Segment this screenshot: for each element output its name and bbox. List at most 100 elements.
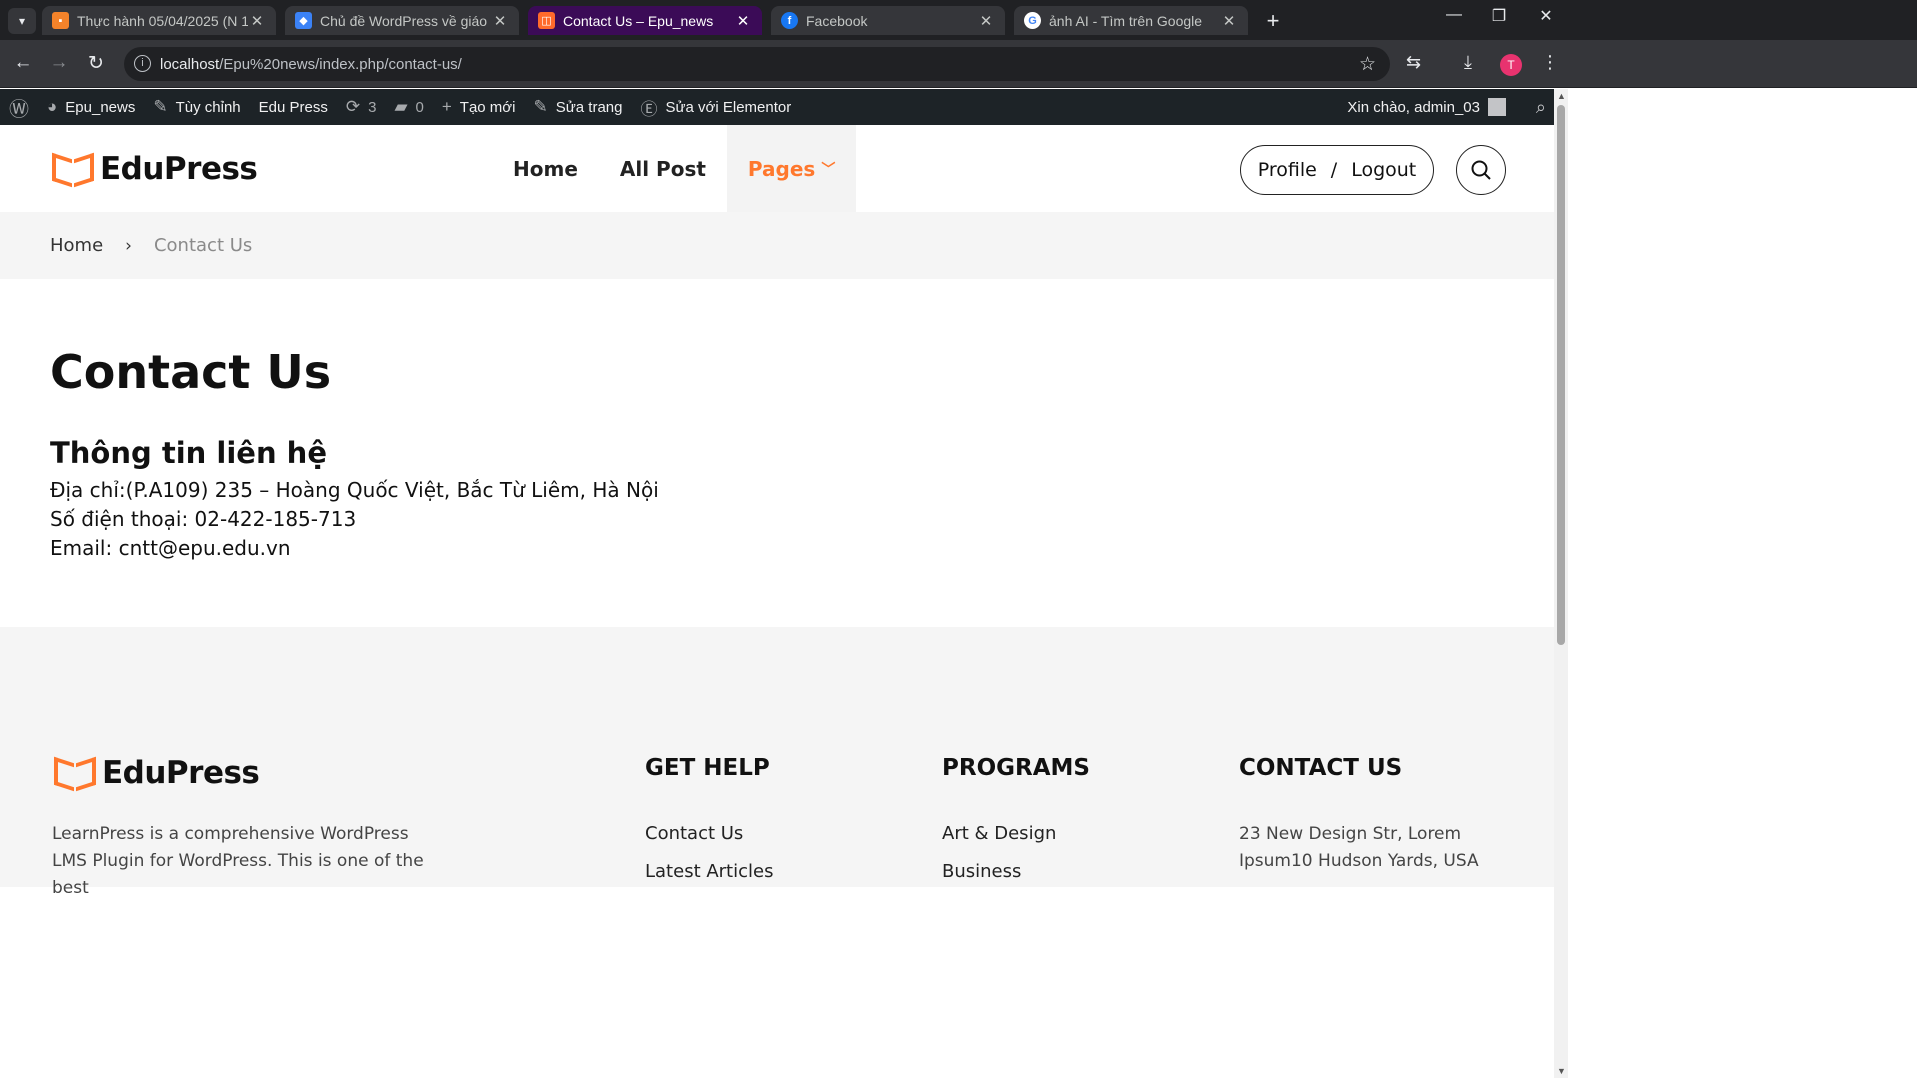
browser-tab-active[interactable]: ◫ Contact Us – Epu_news ✕ — [528, 6, 762, 35]
wordpress-logo-icon: Ⓦ — [9, 98, 29, 121]
nav-home[interactable]: Home — [492, 125, 599, 212]
restore-window-button[interactable]: ❐ — [1479, 6, 1519, 26]
url-path: /Epu%20news/index.php/contact-us/ — [219, 55, 462, 73]
admin-search-icon[interactable]: ⌕ — [1536, 97, 1546, 118]
theme-menu[interactable]: Edu Press — [250, 89, 337, 125]
page-scrollbar[interactable]: ▲ ▼ — [1554, 89, 1568, 1078]
tab-search-button[interactable]: ▾ — [8, 8, 36, 34]
edit-page-menu[interactable]: ✎ Sửa trang — [524, 89, 631, 125]
footer-link-art-design[interactable]: Art & Design — [942, 823, 1056, 844]
footer-address: 23 New Design Str, Lorem Ipsum10 Hudson … — [1239, 824, 1479, 871]
breadcrumb-home[interactable]: Home — [50, 235, 103, 256]
account-pill: Profile / Logout — [1240, 145, 1434, 195]
search-icon — [1471, 160, 1491, 180]
address-bar[interactable]: i localhost/Epu%20news/index.php/contact… — [124, 47, 1390, 81]
theme-label: Edu Press — [258, 98, 328, 116]
minimize-window-button[interactable]: — — [1434, 6, 1474, 24]
footer-link-business[interactable]: Business — [942, 861, 1021, 882]
scroll-down-icon[interactable]: ▼ — [1557, 1066, 1566, 1076]
search-button[interactable] — [1456, 145, 1506, 195]
comments-count: 0 — [415, 98, 424, 116]
dashboard-icon: ◕ — [47, 97, 58, 116]
contact-us-title: CONTACT US — [1239, 755, 1403, 781]
close-tab-icon[interactable]: ✕ — [248, 12, 266, 30]
site-footer: EduPress LearnPress is a comprehensive W… — [0, 627, 1554, 898]
close-tab-icon[interactable]: ✕ — [977, 12, 995, 30]
back-arrow-icon[interactable]: ← — [10, 52, 36, 74]
customize-label: Tùy chỉnh — [175, 98, 241, 116]
scrollbar-thumb[interactable] — [1557, 105, 1565, 645]
scroll-up-icon[interactable]: ▲ — [1557, 91, 1566, 101]
brush-icon: ✎ — [153, 97, 168, 116]
site-name-menu[interactable]: ◕ Epu_news — [38, 89, 144, 125]
facebook-favicon-icon: f — [781, 12, 798, 29]
logout-link[interactable]: Logout — [1351, 159, 1416, 181]
new-label: Tạo mới — [459, 98, 516, 116]
breadcrumb: Home › Contact Us — [0, 212, 1554, 279]
nav-all-post[interactable]: All Post — [599, 125, 727, 212]
page-title: Contact Us — [50, 345, 332, 399]
pencil-icon: ✎ — [533, 97, 548, 116]
chevron-right-icon: › — [125, 235, 132, 256]
elementor-menu[interactable]: Ⓔ Sửa với Elementor — [631, 89, 800, 125]
chevron-down-icon: ﹀ — [821, 161, 836, 178]
web-page: EduPress Home All Post Pages ﹀ Profile / … — [0, 125, 1554, 1078]
separator: / — [1330, 159, 1338, 181]
edit-page-label: Sửa trang — [555, 98, 623, 116]
chevron-down-icon: ▾ — [18, 14, 26, 28]
tab-title: Chủ đề WordPress về giáo dục — [320, 12, 491, 29]
comment-icon: ▰ — [394, 97, 408, 116]
forward-arrow-icon[interactable]: → — [46, 52, 72, 74]
footer-link-contact[interactable]: Contact Us — [645, 823, 743, 844]
bookmark-star-icon[interactable]: ☆ — [1359, 53, 1376, 76]
customize-menu[interactable]: ✎ Tùy chỉnh — [144, 89, 249, 125]
footer-link-articles[interactable]: Latest Articles — [645, 861, 773, 882]
url-host: localhost — [160, 55, 220, 73]
breadcrumb-current: Contact Us — [153, 235, 253, 256]
browser-tab[interactable]: ▪ Thực hành 05/04/2025 (N 1): Sử ✕ — [42, 6, 276, 35]
wp-admin-bar: Ⓦ ◕ Epu_news ✎ Tùy chỉnh Edu Press ⟳ 3 ▰ 0 +… — [0, 89, 1554, 125]
my-account-menu[interactable]: Xin chào, admin_03 — [1347, 89, 1506, 125]
reload-icon[interactable]: ↻ — [83, 52, 109, 75]
programs-title: PROGRAMS — [942, 755, 1090, 781]
close-tab-icon[interactable]: ✕ — [1220, 12, 1238, 30]
comments-menu[interactable]: ▰ 0 — [385, 89, 432, 125]
elementor-icon: Ⓔ — [640, 99, 658, 119]
plus-icon: + — [441, 97, 452, 116]
browser-tab[interactable]: ◆ Chủ đề WordPress về giáo dục ✕ — [285, 6, 519, 35]
wp-logo-menu[interactable]: Ⓦ — [0, 89, 38, 125]
download-icon[interactable]: ⤓ — [1464, 52, 1472, 73]
book-logo-icon — [50, 152, 96, 188]
classroom-favicon-icon: ▪ — [52, 12, 69, 29]
email-text: Email: cntt@epu.edu.vn — [50, 536, 291, 560]
logo-text: EduPress — [100, 151, 258, 187]
user-avatar — [1488, 98, 1506, 116]
profile-link[interactable]: Profile — [1258, 159, 1317, 181]
profile-avatar[interactable]: T — [1500, 54, 1522, 76]
book-logo-icon — [52, 756, 98, 792]
close-tab-icon[interactable]: ✕ — [491, 12, 509, 30]
footer-description: LearnPress is a comprehensive WordPress … — [52, 824, 424, 898]
browser-tab[interactable]: G ảnh AI - Tìm trên Google ✕ — [1014, 6, 1248, 35]
site-header: EduPress Home All Post Pages ﹀ Profile / … — [0, 125, 1554, 212]
site-info-icon[interactable]: i — [134, 55, 151, 72]
new-content-menu[interactable]: + Tạo mới — [433, 89, 525, 125]
new-tab-button[interactable]: + — [1260, 8, 1286, 34]
footer-logo[interactable]: EduPress — [52, 755, 260, 792]
tab-title: Thực hành 05/04/2025 (N 1): Sử — [77, 12, 248, 29]
browser-tab[interactable]: f Facebook ✕ — [771, 6, 1005, 35]
footer-logo-text: EduPress — [102, 755, 260, 791]
site-name-label: Epu_news — [65, 98, 136, 116]
nav-pages[interactable]: Pages ﹀ — [726, 125, 857, 212]
site-logo[interactable]: EduPress — [50, 151, 258, 188]
updates-icon: ⟳ — [345, 97, 361, 116]
close-tab-icon[interactable]: ✕ — [734, 12, 752, 30]
browser-tab-strip: ▾ ▪ Thực hành 05/04/2025 (N 1): Sử ✕ ◆ C… — [0, 0, 1917, 40]
updates-menu[interactable]: ⟳ 3 — [337, 89, 386, 125]
page-content: Contact Us Thông tin liên hệ Địa chỉ:(P.… — [0, 279, 1554, 627]
chrome-menu-icon[interactable]: ⋮ — [1541, 52, 1559, 73]
translate-icon[interactable]: ⇆ — [1406, 52, 1421, 73]
empty-area — [1568, 89, 1917, 1078]
contact-heading: Thông tin liên hệ — [50, 436, 328, 470]
close-window-button[interactable]: ✕ — [1526, 6, 1566, 26]
